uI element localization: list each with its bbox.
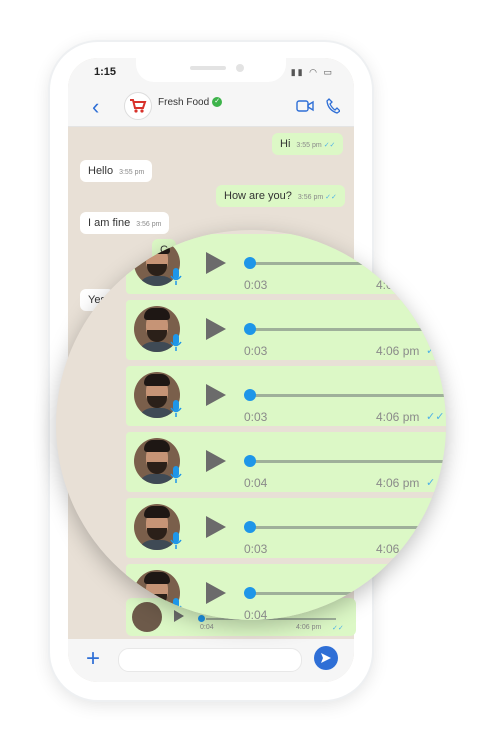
voice-duration: 0:03 <box>244 344 268 358</box>
verified-icon: ✓ <box>212 97 223 108</box>
status-time: 1:15 <box>94 66 117 78</box>
play-icon[interactable] <box>206 450 226 472</box>
read-ticks-icon: ✓✓ <box>325 194 337 201</box>
cart-icon <box>130 99 147 113</box>
progress-knob[interactable] <box>244 587 256 599</box>
plus-icon[interactable]: + <box>86 645 100 673</box>
voice-time: 4:06 pm <box>376 410 420 424</box>
phone-icon[interactable] <box>326 98 340 114</box>
message-bubble[interactable]: Hi 3:55 pm ✓✓ <box>272 133 344 155</box>
voice-duration: 0:03 <box>244 410 268 424</box>
voice-duration: 0:03 <box>244 542 268 556</box>
message-bubble[interactable]: How are you? 3:56 pm ✓✓ <box>216 185 345 207</box>
voice-time: 4:06 <box>376 278 400 292</box>
message-time: 3:56 pm <box>136 221 162 228</box>
progress-track[interactable] <box>250 460 446 463</box>
voice-time: 4:06 pm <box>376 476 420 490</box>
message-text: Hi <box>280 138 291 150</box>
mic-icon <box>170 598 182 615</box>
read-ticks-icon: ✓✓ <box>323 142 336 149</box>
mic-icon <box>170 334 182 351</box>
message-text: Hello <box>88 165 114 177</box>
play-icon[interactable] <box>206 582 226 604</box>
progress-track[interactable] <box>250 526 446 529</box>
send-button[interactable] <box>314 646 338 670</box>
voice-message-row[interactable]: 0:03 4:06 <box>126 234 446 294</box>
voice-message-row[interactable]: 0:04 <box>126 564 446 620</box>
play-icon[interactable] <box>206 318 226 340</box>
read-ticks-icon: ✓✓ <box>426 411 445 423</box>
read-ticks-icon: ✓ <box>426 345 436 357</box>
voice-message-row[interactable]: 0:03 4:06 <box>126 498 446 558</box>
signal-wifi-battery-icon: ▮▮ ◠ ▭ <box>290 67 334 77</box>
message-time: 3:56 pm <box>297 194 324 201</box>
send-icon <box>321 653 331 663</box>
notch <box>136 58 286 82</box>
front-camera <box>236 64 244 72</box>
play-icon[interactable] <box>206 516 226 538</box>
voice-duration: 0:03 <box>244 278 268 292</box>
voice-message-row[interactable]: 0:04 4:06 pm ✓ <box>126 432 446 492</box>
message-text: I am fine <box>88 217 131 229</box>
play-icon[interactable] <box>206 252 226 274</box>
chevron-left-icon[interactable]: ‹ <box>92 94 99 120</box>
voice-duration: 0:04 <box>244 476 268 490</box>
speaker-grille <box>190 66 226 70</box>
input-bar: + <box>68 639 354 682</box>
voice-duration: 0:04 <box>244 608 268 620</box>
mic-icon <box>170 400 182 417</box>
message-bubble[interactable]: I am fine 3:56 pm <box>80 212 170 234</box>
progress-track[interactable] <box>250 394 446 397</box>
message-text: How are you? <box>224 190 292 202</box>
progress-knob[interactable] <box>244 521 256 533</box>
progress-knob[interactable] <box>244 257 256 269</box>
progress-knob[interactable] <box>244 323 256 335</box>
voice-message-row[interactable]: 0:03 4:06 pm ✓ <box>126 300 446 360</box>
contact-avatar[interactable] <box>124 92 152 120</box>
message-time: 3:55 pm <box>119 169 145 176</box>
voice-time: 4:06 <box>376 542 400 556</box>
read-ticks-icon: ✓ <box>426 477 436 489</box>
mic-icon <box>170 268 182 285</box>
message-time: 3:55 pm <box>296 142 322 149</box>
progress-knob[interactable] <box>244 389 256 401</box>
contact-name-row[interactable]: Fresh Food ✓ <box>158 97 223 108</box>
voice-message-row[interactable]: 0:03 4:06 pm ✓✓ <box>126 366 446 426</box>
chat-header: ‹ Fresh Food ✓ <box>68 88 354 127</box>
voice-time: 4:06 pm <box>376 344 420 358</box>
progress-track[interactable] <box>250 262 446 265</box>
message-bubble[interactable]: Hello 3:55 pm <box>80 160 153 182</box>
progress-track[interactable] <box>250 592 446 595</box>
video-call-icon[interactable] <box>296 100 314 112</box>
progress-knob[interactable] <box>244 455 256 467</box>
zoom-magnifier: 0:03 4:06 0:03 4:06 pm ✓ 0:03 4:06 pm ✓✓… <box>56 230 446 620</box>
progress-track[interactable] <box>250 328 446 331</box>
mic-icon <box>170 466 182 483</box>
mic-icon <box>170 532 182 549</box>
status-bar: 1:15 ▮▮ ◠ ▭ <box>68 58 354 88</box>
message-input[interactable] <box>118 648 302 672</box>
play-icon[interactable] <box>206 384 226 406</box>
contact-name: Fresh Food <box>158 97 210 108</box>
